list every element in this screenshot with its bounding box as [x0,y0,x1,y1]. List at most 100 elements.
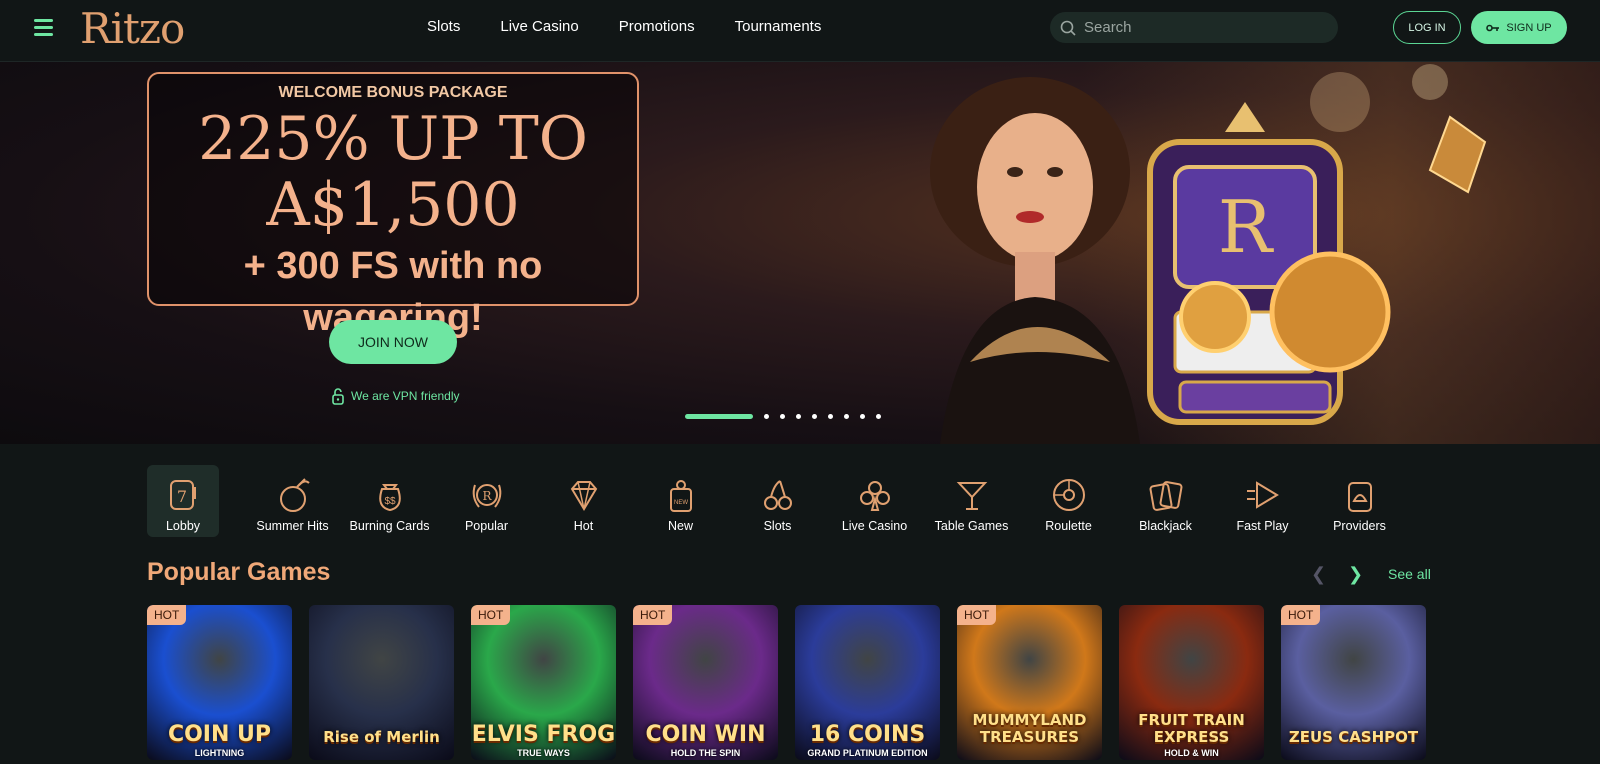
category-label: New [667,519,693,533]
game-title: COIN WIN [645,722,766,747]
carousel-dots [685,414,881,419]
category-table-games[interactable]: Table Games [923,465,1020,537]
svg-text:7: 7 [177,487,187,506]
top-header: Ritzo Slots Live Casino Promotions Tourn… [0,0,1600,62]
nav-slots[interactable]: Slots [427,18,460,35]
carousel-dot[interactable] [828,414,833,419]
carousel-dot[interactable] [796,414,801,419]
signup-button[interactable]: SIGN UP [1471,11,1567,44]
carousel-dot[interactable] [764,414,769,419]
svg-text:$$: $$ [384,496,396,507]
category-label: Table Games [934,519,1009,533]
diamond-icon [570,481,597,511]
vpn-text: We are VPN friendly [351,389,460,403]
game-title: 16 COINS [809,722,926,747]
chevron-right-icon[interactable]: ❯ [1348,564,1363,585]
category-label: Live Casino [841,519,908,533]
game-tile[interactable]: HOT ELVIS FROG TRUE WAYS [471,605,616,760]
category-label: Fast Play [1236,519,1289,533]
provider-card-icon [1347,482,1372,512]
join-now-button[interactable]: JOIN NOW [329,320,457,364]
hot-badge: HOT [471,605,511,625]
login-button[interactable]: LOG IN [1393,11,1461,44]
search-icon [1060,20,1076,36]
chevron-left-icon[interactable]: ❮ [1311,564,1326,585]
coconut-drink-icon [279,478,310,512]
game-subtitle: LIGHTNING [194,748,245,758]
game-tile[interactable]: 16 COINS GRAND PLATINUM EDITION [795,605,940,760]
see-all-link[interactable]: See all [1388,566,1431,582]
category-live-casino[interactable]: Live Casino [826,465,923,537]
hot-badge: HOT [1281,605,1321,625]
popular-games-title: Popular Games [147,558,331,586]
category-providers[interactable]: Providers [1311,465,1408,537]
category-label: Slots [763,519,792,533]
category-hot[interactable]: Hot [535,465,632,537]
category-summer-hits[interactable]: Summer Hits [244,465,341,537]
category-new[interactable]: NEW New [632,465,729,537]
game-tile[interactable]: HOT ZEUS CASHPOT [1281,605,1426,760]
carousel-dot[interactable] [876,414,881,419]
category-burning-cards[interactable]: $$ Burning Cards [341,465,438,537]
game-title: FRUIT TRAIN EXPRESS [1138,711,1245,746]
category-bar: 7 Lobby Summer Hits $$ Burning Cards R Popular… [147,465,1408,537]
carousel-dot[interactable] [860,414,865,419]
promo-headline-1: 225% UP TO [198,104,588,174]
game-title: COIN UP [167,722,272,747]
laurel-badge-icon: R [472,484,501,508]
popular-games-row: HOT COIN UP LIGHTNING Rise of Merlin HOT ELVI… [147,605,1426,760]
game-title: ELVIS FROG [471,722,616,747]
hero-illustration: R [930,64,1487,444]
carousel-dot[interactable] [780,414,785,419]
signup-label: SIGN UP [1506,21,1552,34]
category-label: Burning Cards [349,519,430,533]
roulette-wheel-icon [1052,479,1085,511]
category-lobby[interactable]: 7 Lobby [147,465,219,537]
hot-badge: HOT [957,605,997,625]
site-logo[interactable]: Ritzo [80,4,185,53]
hot-badge: HOT [147,605,187,625]
hero-banner[interactable]: R WELCOME BONUS PACKAGE 225% UP TO A$1,5… [0,62,1600,444]
game-tile[interactable]: FRUIT TRAIN EXPRESS HOLD & WIN [1119,605,1264,760]
category-roulette[interactable]: Roulette [1020,465,1117,537]
search-input[interactable] [1084,19,1324,36]
category-label: Summer Hits [256,519,329,533]
welcome-bonus-box: WELCOME BONUS PACKAGE 225% UP TO A$1,500… [147,72,639,339]
nav-promotions[interactable]: Promotions [619,18,695,35]
game-title: ZEUS CASHPOT [1288,728,1419,746]
category-label: Roulette [1045,519,1092,533]
game-subtitle: GRAND PLATINUM EDITION [807,748,928,758]
category-fast-play[interactable]: Fast Play [1214,465,1311,537]
category-blackjack[interactable]: Blackjack [1117,465,1214,537]
game-subtitle: HOLD & WIN [1164,748,1219,758]
cocktail-icon [956,482,987,510]
search-box[interactable] [1050,12,1338,43]
game-tile[interactable]: Rise of Merlin [309,605,454,760]
money-bag-icon: $$ [378,484,401,512]
category-popular[interactable]: R Popular [438,465,535,537]
game-title: MUMMYLAND TREASURES [972,711,1087,746]
nav-tournaments[interactable]: Tournaments [735,18,822,35]
key-icon [1486,24,1500,31]
carousel-dot[interactable] [812,414,817,419]
svg-text:NEW: NEW [674,500,688,506]
game-tile[interactable]: HOT COIN WIN HOLD THE SPIN [633,605,778,760]
menu-icon[interactable] [34,19,53,36]
door-hanger-new-icon: NEW [669,480,692,512]
main-nav: Slots Live Casino Promotions Tournaments [427,18,821,35]
svg-text:R: R [482,489,492,503]
game-subtitle: TRUE WAYS [517,748,570,758]
nav-live-casino[interactable]: Live Casino [500,18,578,35]
carousel-dot-active[interactable] [685,414,753,419]
game-tile[interactable]: HOT COIN UP LIGHTNING [147,605,292,760]
cards-icon [1149,481,1182,511]
category-slots[interactable]: Slots [729,465,826,537]
category-label: Lobby [165,519,201,533]
carousel-dot[interactable] [844,414,849,419]
vpn-note: We are VPN friendly [332,387,460,405]
cherries-icon [763,480,792,510]
lock-icon [332,388,344,405]
game-subtitle: HOLD THE SPIN [670,748,741,758]
game-tile[interactable]: HOT MUMMYLAND TREASURES [957,605,1102,760]
club-suit-icon [859,481,890,511]
